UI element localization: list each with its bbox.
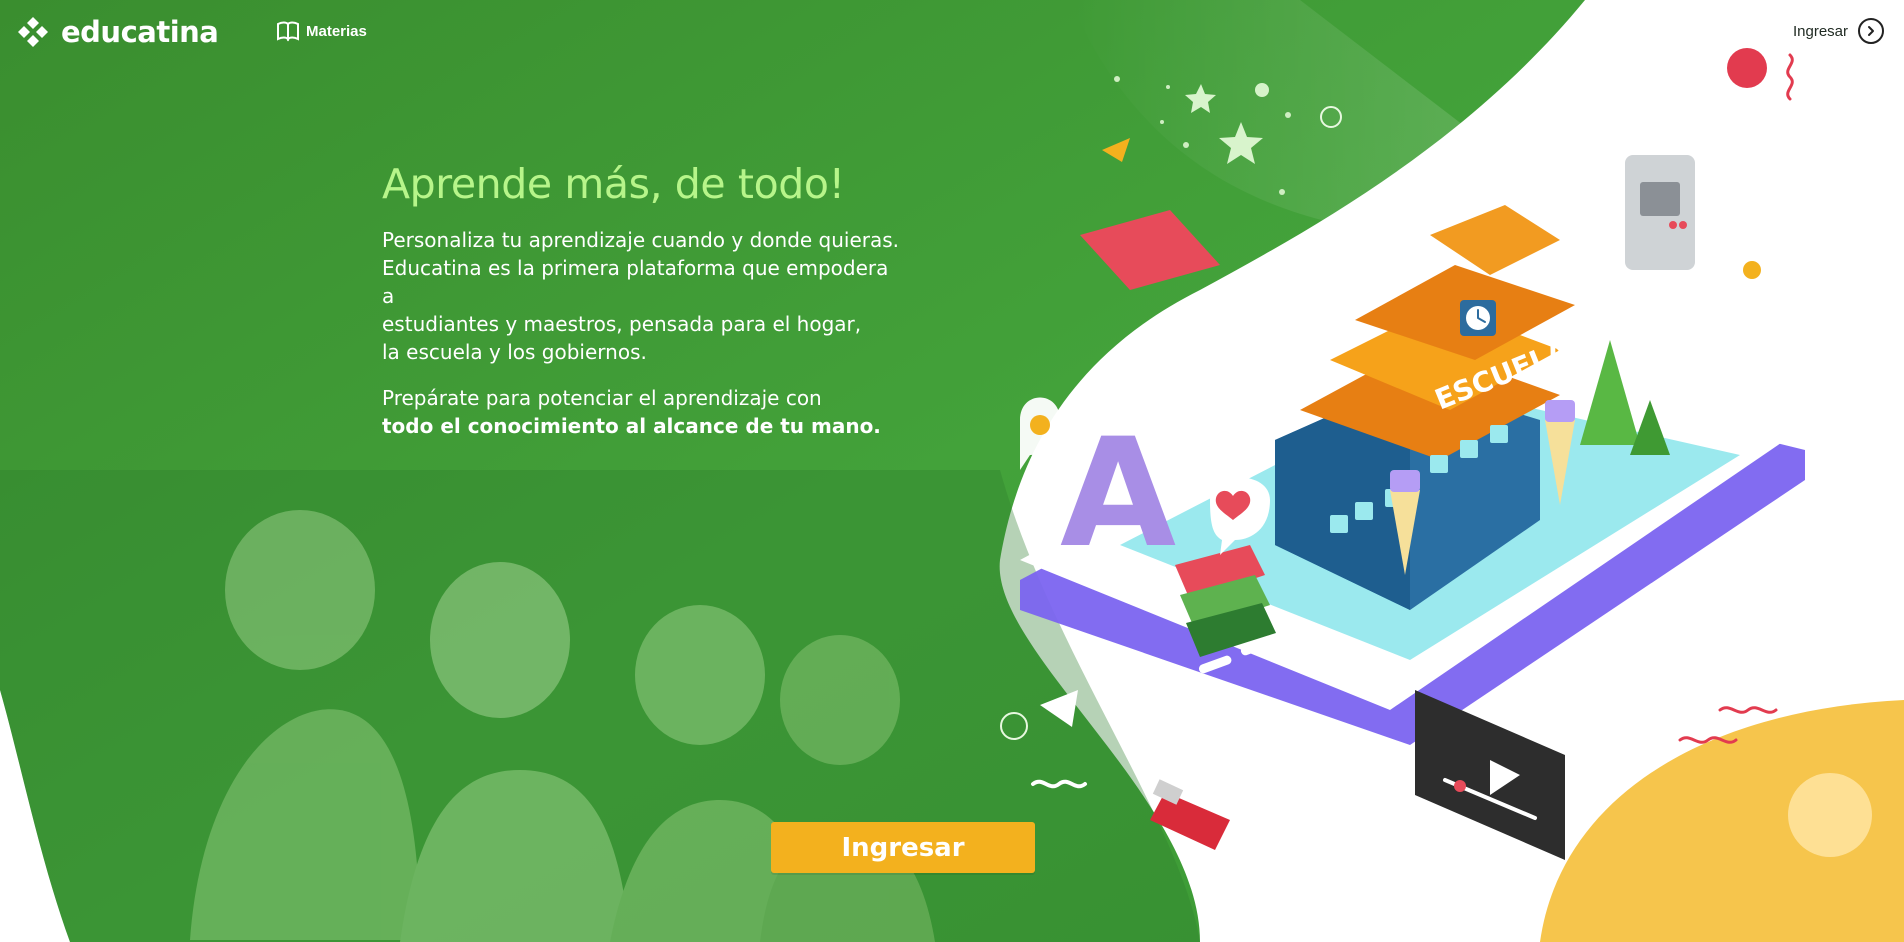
hero-description-line-4: la escuela y los gobiernos. (382, 340, 647, 364)
education-illustration: ESCUELA A (1020, 0, 1904, 942)
hero-description-line-2: Educatina es la primera plataforma que e… (382, 256, 889, 308)
hero-prep: Prepárate para potenciar el aprendizaje … (382, 384, 902, 440)
hero-login-button[interactable]: Ingresar (771, 822, 1035, 873)
brand-logo[interactable]: educatina (15, 12, 219, 52)
hero-description-line-1: Personaliza tu aprendizaje cuando y dond… (382, 228, 900, 252)
header-login-label: Ingresar (1792, 22, 1848, 40)
chevron-right-circle-icon (1858, 18, 1884, 44)
hero-prep-strong: todo el conocimiento al alcance de tu ma… (382, 414, 881, 438)
hero-description: Personaliza tu aprendizaje cuando y dond… (382, 226, 902, 366)
nav-materias-label: Materias (306, 22, 367, 40)
educatina-logo-icon (18, 17, 48, 47)
hero-copy: Aprende más, de todo! Personaliza tu apr… (382, 160, 902, 440)
book-open-icon (277, 21, 299, 42)
hero-description-line-3: estudiantes y maestros, pensada para el … (382, 312, 862, 336)
hero-prep-line: Prepárate para potenciar el aprendizaje … (382, 386, 822, 410)
nav-materias[interactable]: Materias (276, 20, 367, 42)
header-login-link[interactable]: Ingresar (1793, 18, 1884, 44)
site-header: educatina Materias Ingresar (0, 0, 1904, 62)
brand-name: educatina (61, 14, 219, 49)
hero-title: Aprende más, de todo! (382, 160, 845, 208)
illustration-letter: A (1060, 407, 1176, 581)
